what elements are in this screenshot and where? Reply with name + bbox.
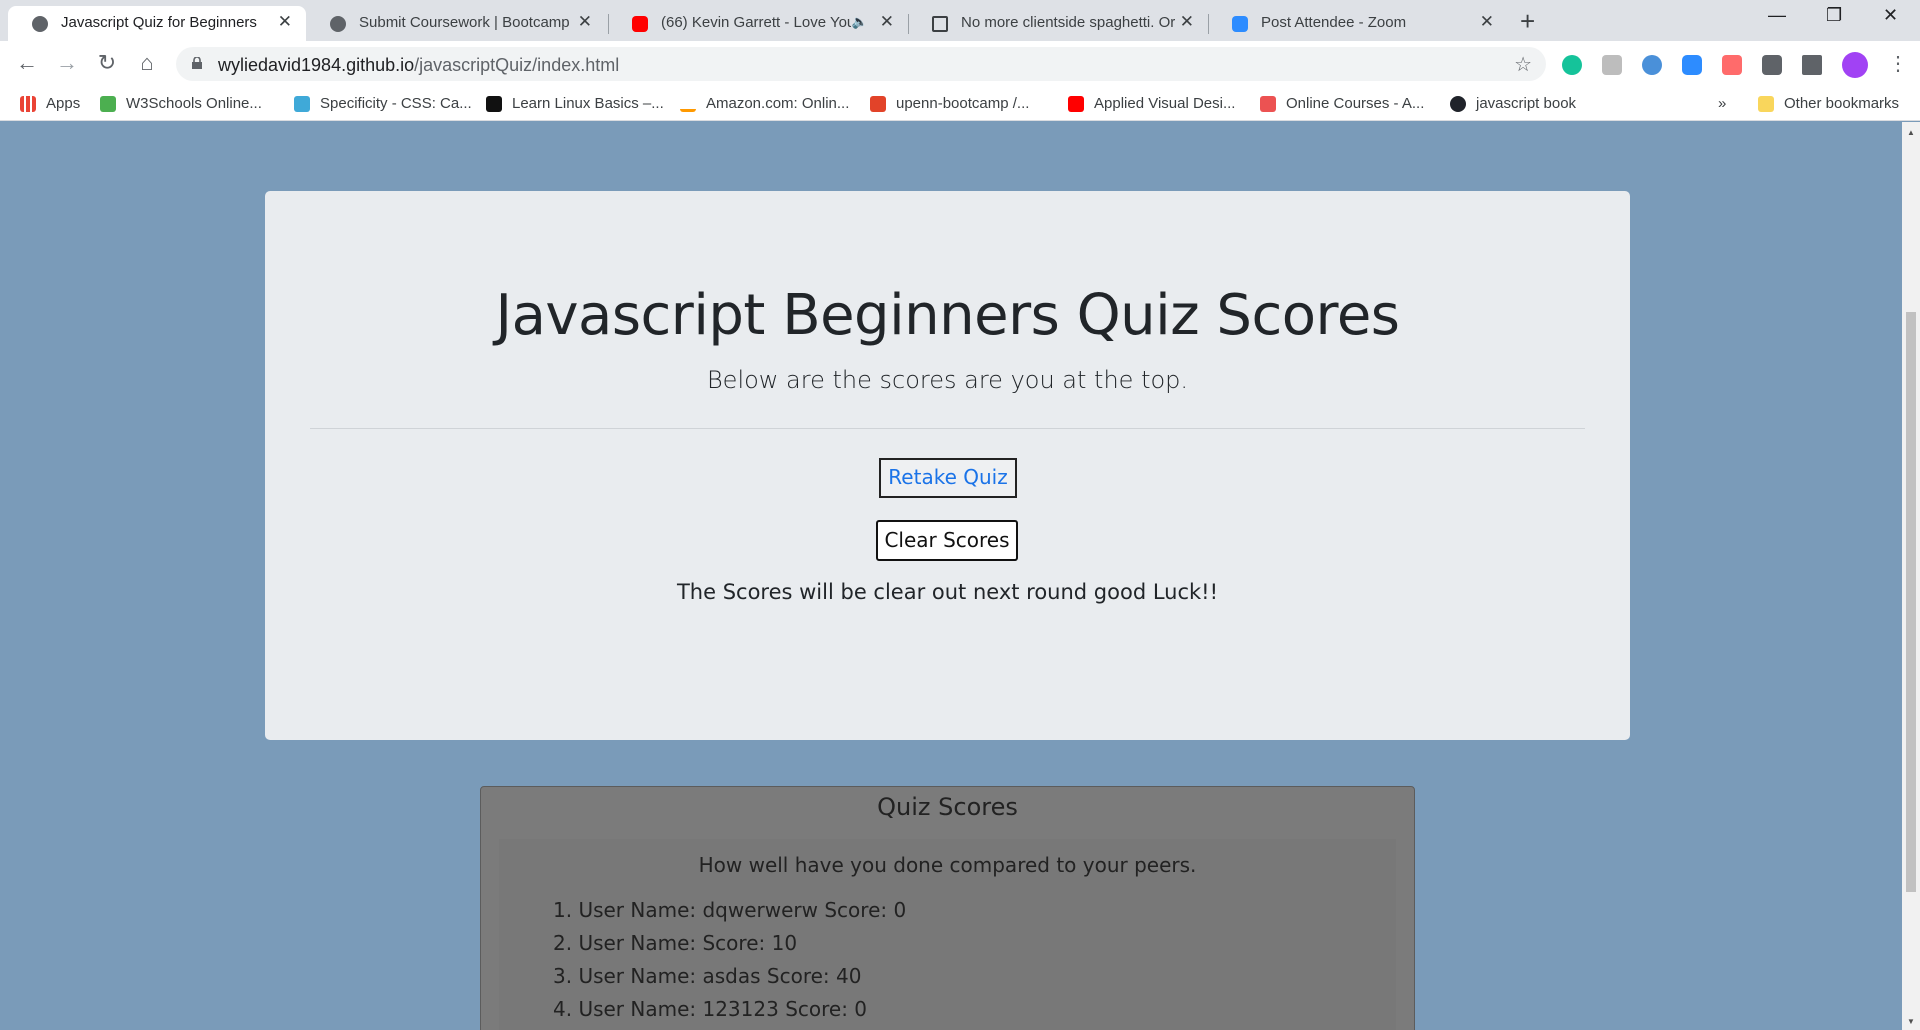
tab-submit-coursework[interactable]: Submit Coursework | Bootcamp S ✕ xyxy=(306,6,606,41)
bookmark-label: Applied Visual Desi... xyxy=(1094,95,1236,112)
scroll-down-arrow-icon[interactable]: ▼ xyxy=(1907,1017,1915,1026)
bookmark-javascript-book[interactable]: javascript book xyxy=(1450,95,1576,112)
bookmark-label: Specificity - CSS: Ca... xyxy=(320,95,472,112)
grammarly-extension-icon[interactable] xyxy=(1562,55,1582,75)
close-tab-icon[interactable]: ✕ xyxy=(880,12,894,32)
bookmark-label: W3Schools Online... xyxy=(126,95,262,112)
bookmark-label: Other bookmarks xyxy=(1784,95,1900,112)
apps-grid-icon xyxy=(20,95,36,112)
tab-title: (66) Kevin Garrett - Love You xyxy=(661,14,851,31)
bookmark-label: Amazon.com: Onlin... xyxy=(706,95,850,112)
forward-icon[interactable]: → xyxy=(53,50,81,76)
udemy-icon xyxy=(1260,95,1276,112)
score-item: 3. User Name: asdas Score: 40 xyxy=(553,964,862,988)
bookmark-label: javascript book xyxy=(1476,95,1577,112)
page-title: Javascript Beginners Quiz Scores xyxy=(495,283,1400,348)
other-bookmarks-folder[interactable]: Other bookmarks xyxy=(1758,95,1899,112)
page-scrollbar[interactable]: ▲ ▼ xyxy=(1902,122,1920,1030)
scores-subtitle: How well have you done compared to your … xyxy=(698,853,1197,877)
bookmark-udemy[interactable]: Online Courses - A... xyxy=(1260,95,1424,112)
bookmark-specificity[interactable]: Specificity - CSS: Ca... xyxy=(294,95,472,112)
reload-icon[interactable]: ↻ xyxy=(93,50,121,76)
close-window-icon[interactable]: ✕ xyxy=(1883,5,1898,26)
tab-title: Post Attendee - Zoom xyxy=(1261,14,1407,31)
bookmarks-bar: Apps W3Schools Online... Specificity - C… xyxy=(0,87,1920,121)
minimize-icon[interactable]: — xyxy=(1768,5,1786,26)
gitlab-icon xyxy=(870,95,886,112)
close-tab-icon[interactable]: ✕ xyxy=(578,12,592,32)
tab-youtube[interactable]: (66) Kevin Garrett - Love You 🔈 ✕ xyxy=(608,6,908,41)
score-item: 2. User Name: Score: 10 xyxy=(553,931,798,955)
bookmark-gitlab[interactable]: upenn-bootcamp /... xyxy=(870,95,1029,112)
quiz-scores-card: Quiz Scores How well have you done compa… xyxy=(480,786,1415,1030)
page-viewport: Javascript Beginners Quiz Scores Below a… xyxy=(0,122,1902,1030)
bookmark-apps[interactable]: Apps xyxy=(20,95,80,112)
bookmark-label: Apps xyxy=(46,95,81,112)
tab-title: Submit Coursework | Bootcamp S xyxy=(359,14,569,31)
menu-kebab-icon[interactable]: ⋮ xyxy=(1888,51,1908,76)
amazon-icon xyxy=(680,95,696,112)
close-tab-icon[interactable]: ✕ xyxy=(1180,12,1194,32)
bookmark-w3schools[interactable]: W3Schools Online... xyxy=(100,95,262,112)
bookmark-linux[interactable]: Learn Linux Basics –... xyxy=(486,95,664,112)
extension-icon[interactable] xyxy=(1602,55,1622,75)
audio-playing-icon[interactable]: 🔈 xyxy=(852,14,868,30)
mdn-icon xyxy=(294,95,310,112)
zoom-extension-icon[interactable] xyxy=(1682,55,1702,75)
divider xyxy=(310,428,1585,429)
bookmark-amazon[interactable]: Amazon.com: Onlin... xyxy=(680,95,849,112)
scores-body: How well have you done compared to your … xyxy=(499,839,1396,1030)
book-icon xyxy=(932,16,948,32)
extension-icon[interactable] xyxy=(1722,55,1742,75)
profile-avatar[interactable] xyxy=(1842,52,1868,78)
score-item: 4. User Name: 123123 Score: 0 xyxy=(553,997,868,1021)
url-path: /javascriptQuiz/index.html xyxy=(414,55,620,75)
react-icon xyxy=(1450,95,1466,112)
bookmark-label: Online Courses - A... xyxy=(1286,95,1425,112)
close-tab-icon[interactable]: ✕ xyxy=(1480,12,1494,32)
tab-title: No more clientside spaghetti. Or xyxy=(961,14,1176,31)
extension-icon[interactable] xyxy=(1642,55,1662,75)
clear-note: The Scores will be clear out next round … xyxy=(676,580,1219,604)
globe-icon xyxy=(32,16,48,32)
tab-title: Javascript Quiz for Beginners xyxy=(61,14,257,31)
tab-strip: Javascript Quiz for Beginners ✕ Submit C… xyxy=(0,0,1920,41)
linux-icon xyxy=(486,95,502,112)
globe-icon xyxy=(330,16,346,32)
clear-scores-button[interactable]: Clear Scores xyxy=(876,520,1018,561)
folder-icon xyxy=(1758,95,1774,112)
address-bar[interactable]: wyliedavid1984.github.io/javascriptQuiz/… xyxy=(176,47,1546,81)
score-item: 1. User Name: dqwerwerw Score: 0 xyxy=(553,898,907,922)
scores-title: Quiz Scores xyxy=(877,793,1018,821)
browser-toolbar: ← → ↻ ⌂ wyliedavid1984.github.io/javascr… xyxy=(0,41,1920,87)
url-host: wyliedavid1984.github.io xyxy=(218,55,415,75)
more-bookmarks-chevron[interactable]: » xyxy=(1718,95,1726,112)
new-tab-button[interactable]: + xyxy=(1520,6,1535,37)
url-text: wyliedavid1984.github.io/javascriptQuiz/… xyxy=(218,55,619,76)
tab-spaghetti[interactable]: No more clientside spaghetti. Or ✕ xyxy=(908,6,1208,41)
bookmark-label: upenn-bootcamp /... xyxy=(896,95,1030,112)
zoom-icon xyxy=(1232,16,1248,32)
home-icon[interactable]: ⌂ xyxy=(133,50,161,76)
youtube-icon xyxy=(1068,95,1084,112)
scroll-up-arrow-icon[interactable]: ▲ xyxy=(1907,128,1915,137)
jumbotron: Javascript Beginners Quiz Scores Below a… xyxy=(265,191,1630,740)
scrollbar-thumb[interactable] xyxy=(1906,312,1916,892)
bookmark-star-icon[interactable]: ☆ xyxy=(1514,52,1532,77)
puzzle-extensions-icon[interactable] xyxy=(1762,55,1782,75)
retake-quiz-button[interactable]: Retake Quiz xyxy=(879,458,1017,498)
close-tab-icon[interactable]: ✕ xyxy=(278,12,292,32)
back-icon[interactable]: ← xyxy=(13,50,41,76)
page-lead: Below are the scores are you at the top. xyxy=(706,366,1189,394)
tab-javascript-quiz[interactable]: Javascript Quiz for Beginners ✕ xyxy=(8,6,306,41)
youtube-icon xyxy=(632,16,648,32)
restore-icon[interactable]: ❐ xyxy=(1826,5,1842,26)
bookmark-label: Learn Linux Basics –... xyxy=(512,95,664,112)
tab-zoom[interactable]: Post Attendee - Zoom ✕ xyxy=(1208,6,1508,41)
score-list: 1. User Name: dqwerwerw Score: 0 2. User… xyxy=(553,894,906,1026)
bookmark-applied-visual[interactable]: Applied Visual Desi... xyxy=(1068,95,1235,112)
media-queue-icon[interactable] xyxy=(1802,55,1822,75)
w3schools-icon xyxy=(100,95,116,112)
lock-icon xyxy=(192,57,202,69)
